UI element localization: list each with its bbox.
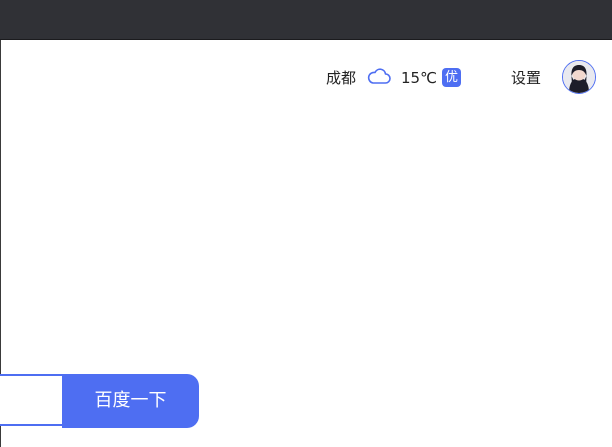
search-bar: 百度一下 xyxy=(0,374,200,428)
search-submit-button[interactable]: 百度一下 xyxy=(62,374,199,428)
cloud-icon[interactable] xyxy=(366,66,392,86)
weather-city[interactable]: 成都 xyxy=(326,68,356,88)
top-right-nav: 成都 15℃ 优 设置 xyxy=(0,60,612,96)
settings-link[interactable]: 设置 xyxy=(511,68,541,88)
search-input[interactable] xyxy=(0,374,68,426)
weather-temperature[interactable]: 15℃ xyxy=(401,68,437,88)
user-avatar[interactable] xyxy=(562,60,596,94)
browser-top-bar xyxy=(0,0,612,40)
air-quality-badge[interactable]: 优 xyxy=(442,68,461,87)
avatar-image xyxy=(563,61,595,93)
